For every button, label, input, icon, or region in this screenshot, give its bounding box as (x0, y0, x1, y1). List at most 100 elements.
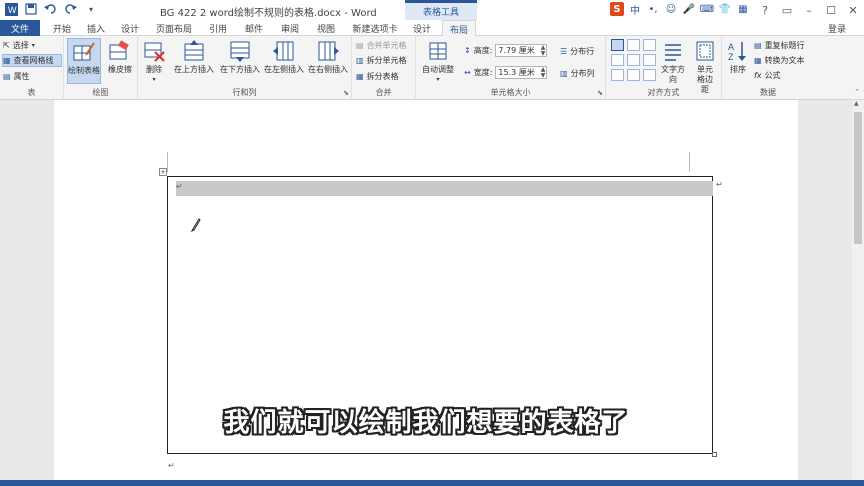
text-direction-button[interactable]: 文字方向 (658, 38, 688, 85)
view-gridlines-button[interactable]: ▦ 查看网格线 (2, 54, 62, 67)
vertical-scrollbar[interactable]: ▲ (852, 100, 864, 480)
dialog-launcher-icon[interactable]: ⬊ (343, 89, 349, 97)
insert-below-label: 在下方插入 (220, 65, 260, 74)
autofit-button[interactable]: 自动调整 ▾ (419, 38, 457, 85)
table-move-handle-icon[interactable]: + (159, 168, 167, 176)
maximize-icon[interactable]: ☐ (820, 0, 842, 20)
tab-references[interactable]: 引用 (204, 20, 232, 36)
properties-button[interactable]: ▤ 属性 (3, 70, 30, 83)
tab-view[interactable]: 视图 (312, 20, 340, 36)
tab-file[interactable]: 文件 (0, 20, 40, 36)
align-bottom-center-icon[interactable] (627, 69, 640, 81)
table-row[interactable] (176, 181, 713, 196)
split-table-button[interactable]: ▦ 拆分表格 (356, 70, 399, 83)
undo-icon[interactable] (44, 2, 58, 16)
sign-in-link[interactable]: 登录 (828, 22, 846, 35)
customize-qat-icon[interactable]: ▾ (84, 2, 98, 16)
tab-new-tab[interactable]: 新建选项卡 (348, 20, 402, 36)
minimize-icon[interactable]: – (798, 0, 820, 20)
draw-table-button[interactable]: 绘制表格 (67, 38, 101, 84)
row-end-mark: ↵ (716, 180, 723, 189)
convert-to-text-button[interactable]: ▦ 转换为文本 (754, 54, 805, 67)
close-icon[interactable]: ✕ (842, 0, 864, 20)
emoji-icon[interactable]: ☺ (664, 2, 678, 16)
punctuation-icon[interactable]: •, (646, 2, 660, 16)
align-bottom-right-icon[interactable] (643, 69, 656, 81)
tab-home[interactable]: 开始 (48, 20, 76, 36)
toolbox-icon[interactable]: ▦ (736, 2, 750, 16)
height-input[interactable]: 7.79 厘米 ▲ ▼ (495, 44, 548, 57)
document-page[interactable]: + ↵ ↵ ↵ 我们就可以绘制我们想要的表格了 (54, 100, 798, 480)
help-icon[interactable]: ? (754, 0, 776, 20)
width-input[interactable]: 15.3 厘米 ▲ ▼ (495, 66, 548, 79)
align-top-left-icon[interactable] (611, 39, 624, 51)
ribbon-display-icon[interactable]: ▭ (776, 0, 798, 20)
align-middle-center-icon[interactable] (627, 54, 640, 66)
scroll-up-icon[interactable]: ▲ (854, 100, 859, 107)
microphone-icon[interactable]: 🎤 (682, 2, 696, 16)
properties-icon: ▤ (3, 72, 11, 81)
chevron-down-icon: ▾ (436, 76, 440, 83)
align-middle-left-icon[interactable] (611, 54, 624, 66)
collapse-ribbon-icon[interactable]: ⌃ (854, 88, 860, 96)
sort-icon: AZ (725, 38, 751, 64)
align-top-right-icon[interactable] (643, 39, 656, 51)
dialog-launcher-icon[interactable]: ⬊ (597, 89, 603, 97)
cell-size-group: 自动调整 ▾ ↕ 高度: 7.79 厘米 ▲ ▼ ↔ 宽度: 15.3 厘米 ▲ ▼ ☰… (416, 36, 606, 100)
keyboard-icon[interactable]: ⌨ (700, 2, 714, 16)
cell-alignment-grid (611, 39, 656, 81)
sort-button[interactable]: AZ 排序 (725, 38, 751, 75)
align-bottom-left-icon[interactable] (611, 69, 624, 81)
tab-design[interactable]: 设计 (116, 20, 144, 36)
distribute-rows-label: 分布行 (570, 47, 595, 56)
repeat-header-rows-button[interactable]: ▤ 重复标题行 (754, 39, 805, 52)
spinner-arrows-icon[interactable]: ▲ ▼ (541, 66, 547, 79)
window-controls: ? ▭ – ☐ ✕ (754, 0, 864, 20)
sort-label: 排序 (730, 65, 746, 74)
eraser-icon (107, 38, 133, 64)
tab-mailings[interactable]: 邮件 (240, 20, 268, 36)
cell-size-group-label: 单元格大小 (490, 88, 531, 97)
tab-page-layout[interactable]: 页面布局 (152, 20, 196, 36)
spinner-arrows-icon[interactable]: ▲ ▼ (541, 44, 547, 57)
height-row: ↕ 高度: 7.79 厘米 ▲ ▼ (464, 44, 548, 57)
tab-insert[interactable]: 插入 (82, 20, 110, 36)
distribute-columns-button[interactable]: ▥ 分布列 (560, 67, 595, 80)
save-icon[interactable] (24, 2, 38, 16)
tab-table-design[interactable]: 设计 (408, 20, 436, 36)
insert-above-button[interactable]: 在上方插入 (172, 38, 216, 75)
merge-cells-button[interactable]: ▤ 合并单元格 (356, 39, 407, 52)
distribute-rows-icon: ☰ (560, 47, 568, 56)
margin-corner-mark (689, 152, 690, 172)
table-group: ⇱ 选择 ▾ ▦ 查看网格线 ▤ 属性 表 (0, 36, 64, 100)
draw-table-icon (71, 39, 97, 65)
tab-table-layout[interactable]: 布局 (442, 20, 476, 37)
select-button[interactable]: ⇱ 选择 ▾ (3, 39, 35, 52)
tab-review[interactable]: 审阅 (276, 20, 304, 36)
align-middle-right-icon[interactable] (643, 54, 656, 66)
chevron-down-icon: ▾ (31, 42, 35, 49)
redo-icon[interactable] (64, 2, 78, 16)
distribute-rows-button[interactable]: ☰ 分布行 (560, 45, 594, 58)
alignment-group: 文字方向 单元格边距 对齐方式 (606, 36, 722, 100)
word-app-icon[interactable]: W (4, 2, 18, 16)
repeat-header-label: 重复标题行 (764, 41, 805, 50)
formula-button[interactable]: fx 公式 (754, 69, 781, 82)
scrollbar-thumb[interactable] (854, 112, 862, 244)
eraser-button[interactable]: 橡皮擦 (104, 38, 136, 75)
distribute-columns-icon: ▥ (560, 69, 568, 78)
video-subtitle: 我们就可以绘制我们想要的表格了 (223, 408, 629, 438)
insert-right-button[interactable]: 在右侧插入 (306, 38, 350, 75)
align-top-center-icon[interactable] (627, 39, 640, 51)
table-resize-handle-icon[interactable] (712, 452, 717, 457)
insert-below-button[interactable]: 在下方插入 (218, 38, 262, 75)
skin-icon[interactable]: 👕 (718, 2, 732, 16)
insert-left-button[interactable]: 在左侧插入 (262, 38, 306, 75)
ime-logo-icon[interactable]: S (610, 2, 624, 16)
merge-cells-icon: ▤ (356, 41, 364, 50)
view-gridlines-label: 查看网格线 (13, 56, 54, 65)
delete-button[interactable]: 删除 ▾ (140, 38, 168, 85)
split-cells-button[interactable]: ▥ 拆分单元格 (356, 54, 407, 67)
ime-language-indicator[interactable]: 中 (628, 2, 642, 17)
text-direction-label: 文字方向 (661, 65, 685, 84)
